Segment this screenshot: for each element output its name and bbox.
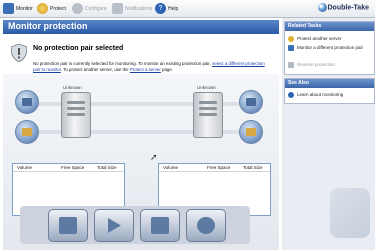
server-icon <box>22 98 32 106</box>
notifications-icon <box>112 3 123 14</box>
toolbar-help[interactable]: ? Help <box>155 1 178 16</box>
start-button[interactable] <box>94 209 134 242</box>
toolbar-label: Protect <box>50 5 66 12</box>
learn-about-monitoring-link[interactable]: Learn about monitoring <box>288 92 343 98</box>
protect-server-link[interactable]: Protect a server <box>130 67 161 72</box>
related-tasks-title: Related Tasks <box>285 22 374 31</box>
task-reverse-protection[interactable]: Reverse protection <box>288 62 335 68</box>
table-header: Volume Free Space Total Size <box>13 164 124 172</box>
message-body: No protection pair is currently selected… <box>33 61 273 73</box>
configure-icon <box>72 3 83 14</box>
monitor-icon <box>288 45 294 51</box>
reverse-icon <box>288 62 294 68</box>
table-header: Volume Free Space Total Size <box>159 164 270 172</box>
mouse-cursor-icon: ➚ <box>150 152 158 162</box>
page-title: Monitor protection <box>8 21 88 31</box>
column-volume[interactable]: Volume <box>17 165 32 170</box>
task-monitor-different-pair[interactable]: Monitor a different protection pair <box>288 45 368 51</box>
related-tasks-panel: Related Tasks Protect another server Mon… <box>284 21 375 75</box>
toolbar-label: Monitor <box>16 5 33 12</box>
toolbar-monitor[interactable]: Monitor <box>3 1 33 16</box>
failover-button[interactable] <box>48 209 88 242</box>
message-text: . To protect another server, use the <box>60 67 130 72</box>
failover-icon <box>59 217 77 234</box>
column-total-size[interactable]: Total Size <box>243 165 263 170</box>
toolbar: Monitor Protect Configure Notifications … <box>0 0 375 18</box>
help-icon <box>288 92 294 98</box>
column-total-size[interactable]: Total Size <box>97 165 117 170</box>
toolbar-notifications[interactable]: Notifications <box>112 1 152 16</box>
toolbar-label: Notifications <box>125 5 153 12</box>
message-text: No protection pair is currently selected… <box>33 61 213 66</box>
shield-icon <box>288 36 294 42</box>
target-server-icon <box>193 92 223 138</box>
toolbar-protect[interactable]: Protect <box>37 1 66 16</box>
target-folder-button[interactable] <box>239 120 263 144</box>
stop-button[interactable] <box>140 209 180 242</box>
logo-icon <box>317 3 327 12</box>
toolbar-label: Configure <box>85 5 107 12</box>
options-icon <box>197 217 215 234</box>
action-button-panel <box>20 206 250 244</box>
server-icon <box>246 98 256 106</box>
task-label: Learn about monitoring <box>297 92 344 97</box>
double-take-logo: Double-Take <box>317 3 370 12</box>
task-label: Monitor a different protection pair <box>297 45 363 50</box>
see-also-title: See Also <box>285 79 374 88</box>
toolbar-configure[interactable]: Configure <box>72 1 107 16</box>
message-title: No protection pair selected <box>33 45 124 52</box>
see-also-panel: See Also Learn about monitoring <box>284 78 375 104</box>
task-protect-another-server[interactable]: Protect another server <box>288 36 342 42</box>
target-server-label: Unknown <box>197 85 216 90</box>
folder-icon <box>22 128 32 136</box>
options-button[interactable] <box>186 209 226 242</box>
page-title-bar: Monitor protection <box>3 20 279 34</box>
logo-text: Double-Take <box>327 4 370 12</box>
help-icon: ? <box>155 3 166 14</box>
task-label: Reverse protection <box>297 62 335 67</box>
shield-warning-icon <box>11 44 27 62</box>
column-free-space[interactable]: Free Space <box>207 165 230 170</box>
source-folder-button[interactable] <box>15 120 39 144</box>
source-server-label: Unknown <box>63 85 82 90</box>
toolbar-label: Help <box>168 5 179 12</box>
column-volume[interactable]: Volume <box>163 165 178 170</box>
watermark-logo <box>330 188 370 238</box>
shield-icon <box>37 3 48 14</box>
source-server-button[interactable] <box>15 90 39 114</box>
target-server-button[interactable] <box>239 90 263 114</box>
folder-icon <box>246 128 256 136</box>
column-free-space[interactable]: Free Space <box>61 165 84 170</box>
play-icon <box>108 218 121 233</box>
source-server-icon <box>61 92 91 138</box>
monitor-icon <box>3 3 14 14</box>
task-label: Protect another server <box>297 36 342 41</box>
message-text: page. <box>160 67 174 72</box>
stop-icon <box>151 217 169 234</box>
